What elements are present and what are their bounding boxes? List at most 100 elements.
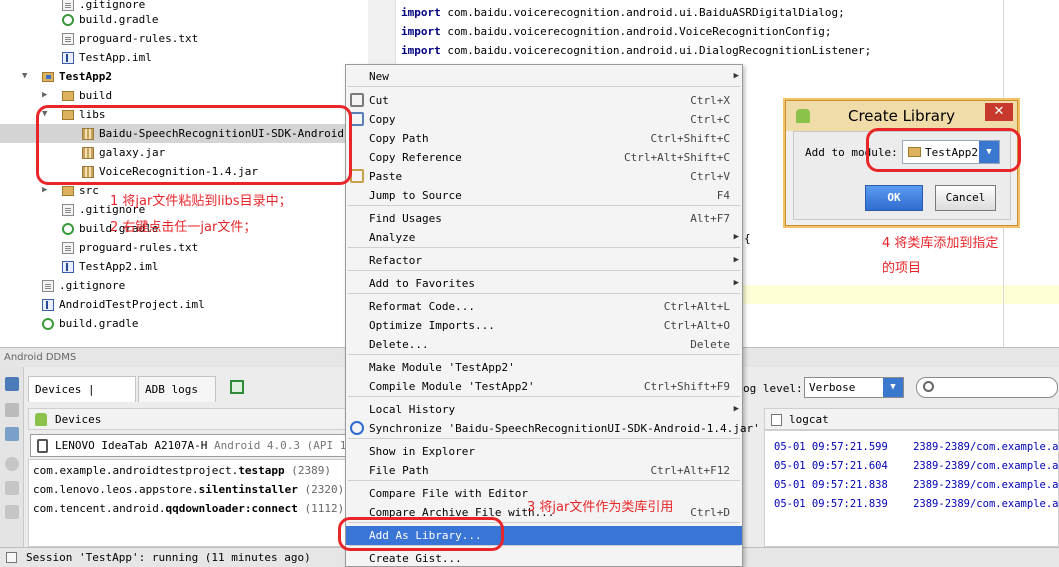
log-line: 05-01 09:57:21.599 2389-2389/com.example…: [774, 441, 1059, 453]
submenu-arrow-icon: ▶: [733, 71, 739, 81]
menu-item-delete[interactable]: Delete... Delete: [346, 335, 742, 354]
menu-separator: [348, 293, 740, 294]
menu-item-refactor[interactable]: Refactor ▶: [346, 251, 742, 270]
tree-item-label: build.gradle: [79, 13, 159, 26]
logcat-search-input[interactable]: [916, 377, 1058, 398]
tree-item-label: .gitignore: [59, 279, 126, 292]
ok-button[interactable]: OK: [865, 185, 923, 211]
menu-item-jump-to-source[interactable]: Jump to Source F4: [346, 186, 742, 205]
tree-item[interactable]: build.gradle: [0, 314, 368, 333]
menu-item-add-to-favorites[interactable]: Add to Favorites ▶: [346, 274, 742, 293]
settings-icon[interactable]: [5, 505, 19, 519]
menu-separator: [348, 396, 740, 397]
iml-icon: [62, 261, 74, 273]
tree-item-label: build: [79, 89, 113, 102]
android-icon: [35, 413, 47, 426]
tree-item[interactable]: AndroidTestProject.iml: [0, 295, 368, 314]
tree-item[interactable]: ▶ build: [0, 86, 368, 105]
record-icon[interactable]: [5, 457, 19, 471]
code-line-1: import com.baidu.voicerecognition.androi…: [401, 6, 845, 19]
menu-separator: [348, 86, 740, 87]
menu-item-cut[interactable]: Cut Ctrl+X: [346, 91, 742, 110]
log-line: 05-01 09:57:21.839 2389-2389/com.example…: [774, 498, 1059, 510]
chevron-down-icon: ▼: [883, 378, 903, 397]
iml-icon: [62, 52, 74, 64]
menu-item-create-gist[interactable]: Create Gist...: [346, 549, 742, 567]
menu-separator: [348, 205, 740, 206]
log-line: 05-01 09:57:21.604 2389-2389/com.example…: [774, 460, 1059, 472]
log-level-select[interactable]: Verbose ▼: [804, 377, 904, 398]
search-icon: [923, 381, 934, 392]
layout-icon[interactable]: [5, 481, 19, 495]
menu-item-show-in-explorer[interactable]: Show in Explorer: [346, 442, 742, 461]
submenu-arrow-icon: ▶: [733, 232, 739, 242]
dialog-title-bar: Create Library ✕: [786, 101, 1017, 131]
list-item[interactable]: com.tencent.android.qqdownloader:connect…: [33, 502, 344, 515]
submenu-arrow-icon: ▶: [733, 404, 739, 414]
menu-item-paste[interactable]: Paste Ctrl+V: [346, 167, 742, 186]
menu-separator: [348, 354, 740, 355]
submenu-arrow-icon: ▶: [733, 255, 739, 265]
module-folder-icon: [42, 72, 54, 82]
menu-item-analyze[interactable]: Analyze ▶: [346, 228, 742, 247]
list-item[interactable]: com.lenovo.leos.appstore.silentinstaller…: [33, 483, 344, 496]
context-menu: New ▶ Cut Ctrl+X Copy Ctrl+C Copy Path Ctrl+Shi…: [345, 64, 760, 567]
menu-item-find-usages[interactable]: Find Usages Alt+F7: [346, 209, 742, 228]
menu-item-new[interactable]: New ▶: [346, 67, 742, 86]
code-line-2: import com.baidu.voicerecognition.androi…: [401, 25, 832, 38]
scissors-icon: [350, 93, 364, 107]
annotation-step2: 2 右键点击任一jar文件；: [110, 220, 257, 235]
tree-item-label: proguard-rules.txt: [79, 32, 199, 45]
menu-item-copy[interactable]: Copy Ctrl+C: [346, 110, 742, 129]
tree-item-label: build.gradle: [59, 317, 139, 330]
close-icon[interactable]: ✕: [985, 103, 1013, 121]
tree-item[interactable]: ▼ TestApp2: [0, 67, 368, 86]
menu-item-copy-reference[interactable]: Copy Reference Ctrl+Alt+Shift+C: [346, 148, 742, 167]
list-item[interactable]: com.example.androidtestproject.testapp (…: [33, 464, 331, 477]
menu-item-compile-module-testapp2[interactable]: Compile Module 'TestApp2' Ctrl+Shift+F9: [346, 377, 742, 396]
tree-item-label: proguard-rules.txt: [79, 241, 199, 254]
tab-adb-logs[interactable]: ADB logs →": [138, 376, 216, 422]
menu-item-local-history[interactable]: Local History ▶: [346, 400, 742, 419]
menu-item-optimize-imports[interactable]: Optimize Imports... Ctrl+Alt+O: [346, 316, 742, 335]
debug-icon[interactable]: [5, 427, 19, 441]
tab-devices-logcat[interactable]: Devices | logcat: [28, 376, 136, 422]
tree-item[interactable]: proguard-rules.txt: [0, 238, 368, 257]
restore-layout-icon[interactable]: [230, 380, 244, 394]
menu-item-synchronize-baidu-speechrecognitionui-sdk-android-1-4-jar[interactable]: Synchronize 'Baidu-SpeechRecognitionUI-S…: [346, 419, 760, 438]
devices-header: Devices: [28, 408, 346, 430]
stop-icon[interactable]: [5, 403, 19, 417]
tree-item[interactable]: TestApp.iml: [0, 48, 368, 67]
code-line-3: import com.baidu.voicerecognition.androi…: [401, 44, 872, 57]
menu-item-reformat-code[interactable]: Reformat Code... Ctrl+Alt+L: [346, 297, 742, 316]
expand-right-icon[interactable]: ▶: [42, 86, 52, 105]
logcat-output: 05-01 09:57:21.599 2389-2389/com.example…: [764, 430, 1059, 547]
submenu-arrow-icon: ▶: [733, 278, 739, 288]
paste-icon: [350, 169, 364, 183]
annotation-step1: 1 将jar文件粘贴到libs目录中；: [110, 194, 292, 209]
tree-item[interactable]: proguard-rules.txt: [0, 29, 368, 48]
menu-separator: [348, 438, 740, 439]
device-selector[interactable]: LENOVO IdeaTab A2107A-H Android 4.0.3 (A…: [30, 434, 346, 457]
menu-separator: [348, 247, 740, 248]
logcat-icon: [771, 414, 782, 426]
menu-item-make-module-testapp2[interactable]: Make Module 'TestApp2': [346, 358, 742, 377]
camera-icon[interactable]: [5, 377, 19, 391]
cancel-button[interactable]: Cancel: [935, 185, 996, 211]
logcat-header: logcat: [764, 408, 1059, 430]
menu-separator: [348, 480, 740, 481]
annotation-box-add-library: [338, 517, 504, 551]
expand-down-icon[interactable]: ▼: [22, 67, 32, 86]
menu-item-copy-path[interactable]: Copy Path Ctrl+Shift+C: [346, 129, 742, 148]
phone-icon: [37, 439, 48, 453]
tree-item[interactable]: .gitignore: [0, 276, 368, 295]
log-line: 05-01 09:57:21.838 2389-2389/com.example…: [774, 479, 1059, 491]
tree-item-label: TestApp2.iml: [79, 260, 159, 273]
sync-icon: [350, 421, 364, 435]
code-brace: {: [744, 232, 751, 245]
tree-item[interactable]: TestApp2.iml: [0, 257, 368, 276]
tree-item[interactable]: build.gradle: [0, 10, 368, 29]
status-icon: [6, 552, 17, 563]
annotation-box-module: [866, 128, 1021, 172]
menu-item-file-path[interactable]: File Path Ctrl+Alt+F12: [346, 461, 742, 480]
